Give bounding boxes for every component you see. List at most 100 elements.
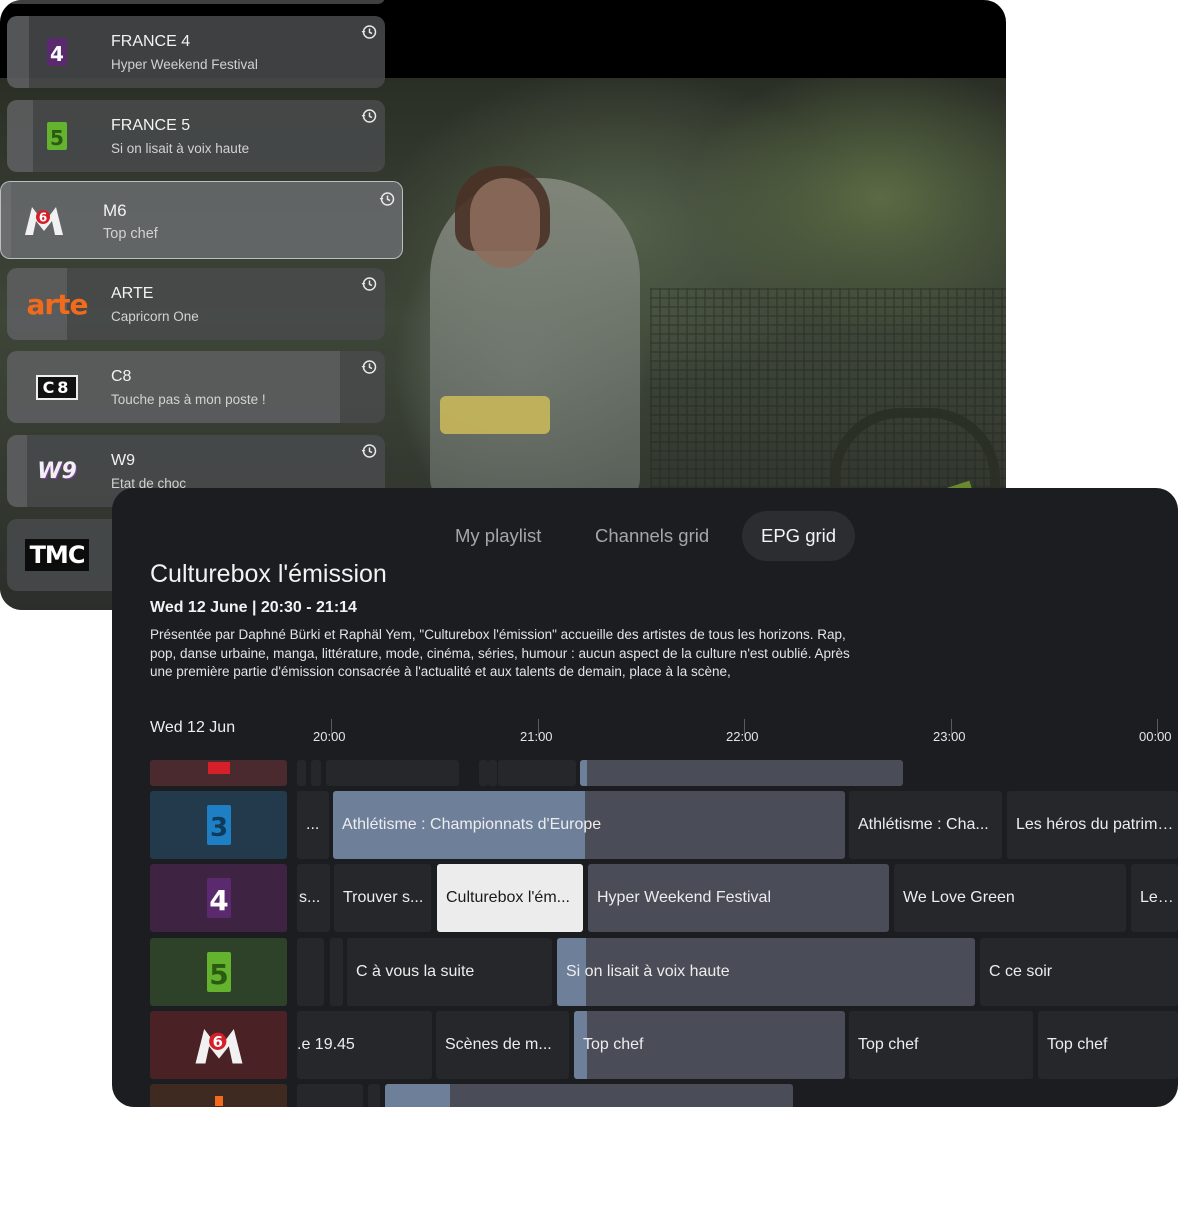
channel-name: M6 [103, 201, 127, 220]
channel-program: Si on lisait à voix haute [111, 141, 250, 156]
program-cell[interactable] [311, 760, 321, 786]
tab-channels-grid[interactable]: Channels grid [576, 511, 728, 561]
program-cell[interactable] [326, 760, 459, 786]
program-cell[interactable]: Top chef [1038, 1011, 1178, 1079]
w9-logo: W9 [7, 435, 107, 507]
channel-logo-m6[interactable]: 6 [150, 1011, 287, 1079]
program-cell[interactable]: s... [297, 864, 330, 932]
channel-name: ARTE [111, 285, 154, 302]
history-icon[interactable] [361, 359, 377, 375]
arte-logo: arte [7, 268, 107, 340]
svg-text:4: 4 [50, 42, 64, 66]
program-title: Athlétisme : Championnats d'Europe [342, 816, 602, 833]
elapsed-fill [385, 1084, 450, 1107]
program-cell[interactable]: Trouver s... [334, 864, 431, 932]
channel-name: C8 [111, 368, 132, 385]
channel-card-france5[interactable]: 5 FRANCE 5 Si on lisait à voix haute [7, 100, 385, 172]
program-cell[interactable] [297, 1084, 363, 1107]
program-cell[interactable] [297, 760, 306, 786]
channel-logo-arte[interactable] [150, 1084, 287, 1107]
program-title: Top chef [583, 1036, 644, 1053]
program-cell-current[interactable]: Hyper Weekend Festival [588, 864, 889, 932]
m6-logo: 6 [195, 1028, 242, 1064]
tab-epg-grid[interactable]: EPG grid [742, 511, 856, 561]
program-cell-current[interactable]: Si on lisait à voix haute [557, 938, 975, 1006]
tmc-logo: TMC [7, 519, 107, 591]
svg-text:4: 4 [209, 884, 228, 917]
history-icon[interactable] [379, 191, 395, 207]
arte-logo-text: arte [26, 287, 88, 321]
program-cell-current[interactable] [385, 1084, 793, 1107]
program-cell-current[interactable]: Athlétisme : Championnats d'Europe [333, 791, 845, 859]
program-cell[interactable]: Scènes de m... [436, 1011, 569, 1079]
channel-logo-france2[interactable] [150, 760, 287, 786]
program-cell-current[interactable]: Top chef [574, 1011, 845, 1079]
program-cell[interactable] [330, 938, 343, 1006]
program-description: Présentée par Daphné Bürki et Raphäl Yem… [150, 627, 850, 679]
time-label: 00:00 [1139, 729, 1172, 744]
history-icon[interactable] [361, 24, 377, 40]
m6-logo: 6 [1, 182, 87, 258]
france5-logo: 5 [7, 100, 107, 172]
program-title: Si on lisait à voix haute [566, 963, 730, 980]
w9-logo-text: W9 [37, 458, 77, 484]
channel-name: FRANCE 4 [111, 33, 191, 50]
program-cell[interactable] [498, 760, 576, 786]
history-icon[interactable] [361, 108, 377, 124]
program-cell[interactable]: Les V [1131, 864, 1178, 932]
program-cell[interactable]: C à vous la suite [347, 938, 552, 1006]
channel-logo-france5[interactable]: 5 [150, 938, 287, 1006]
svg-text:6: 6 [39, 211, 47, 225]
video-person-face [470, 178, 540, 268]
svg-text:5: 5 [209, 958, 228, 991]
epg-panel: My playlist Channels grid EPG grid Cultu… [112, 488, 1178, 1107]
program-cell[interactable]: .e 19.45 [297, 1011, 432, 1079]
channel-name: FRANCE 5 [111, 117, 191, 134]
channel-card-france4[interactable]: 4 FRANCE 4 Hyper Weekend Festival [7, 16, 385, 88]
channel-program: Capricorn One [111, 309, 199, 324]
c8-logo: C8 [7, 351, 107, 423]
arte-logo [214, 1096, 223, 1106]
c8-logo-text: C8 [35, 374, 79, 400]
channel-logo-france4[interactable]: 4 [150, 864, 287, 932]
program-cell[interactable] [479, 760, 488, 786]
time-label: 21:00 [520, 729, 553, 744]
history-icon[interactable] [361, 443, 377, 459]
elapsed-fill [580, 760, 587, 786]
france4-logo: 4 [7, 16, 107, 88]
program-cell[interactable]: C ce soir [980, 938, 1178, 1006]
svg-text:3: 3 [209, 813, 227, 843]
program-cell-selected[interactable]: Culturebox l'ém... [437, 864, 583, 932]
channel-card-arte[interactable]: arte ARTE Capricorn One [7, 268, 385, 340]
channel-logo-france3[interactable]: 3 [150, 791, 287, 859]
grid-date: Wed 12 Jun [150, 719, 236, 736]
channel-name: W9 [111, 452, 135, 469]
channel-program: Hyper Weekend Festival [111, 57, 258, 72]
program-cell[interactable]: Top chef [849, 1011, 1033, 1079]
program-cell[interactable]: We Love Green [894, 864, 1126, 932]
video-salad-box [440, 396, 550, 434]
channel-card-partial[interactable] [7, 0, 385, 4]
channel-card-c8[interactable]: C8 C8 Touche pas à mon poste ! [7, 351, 385, 423]
france3-logo: 3 [206, 805, 231, 845]
program-meta: Wed 12 June | 20:30 - 21:14 [150, 599, 357, 616]
france5-logo: 5 [206, 952, 231, 992]
program-cell[interactable] [368, 1084, 380, 1107]
svg-text:6: 6 [212, 1034, 222, 1051]
channel-card-m6[interactable]: 6 M6 Top chef [0, 181, 403, 259]
tmc-logo-text: TMC [24, 539, 90, 571]
program-cell[interactable]: ... [297, 791, 329, 859]
time-label: 20:00 [313, 729, 346, 744]
program-cell[interactable]: Les héros du patrimoi... [1007, 791, 1178, 859]
program-cell[interactable] [488, 760, 497, 786]
svg-text:5: 5 [50, 126, 64, 150]
history-icon[interactable] [361, 276, 377, 292]
program-cell[interactable] [297, 938, 324, 1006]
channel-program: Touche pas à mon poste ! [111, 392, 266, 407]
program-cell-current[interactable] [580, 760, 903, 786]
time-label: 22:00 [726, 729, 759, 744]
program-title: Culturebox l'émission [150, 560, 387, 588]
tab-my-playlist[interactable]: My playlist [436, 511, 560, 561]
channel-program: Top chef [103, 226, 158, 242]
program-cell[interactable]: Athlétisme : Cha... [849, 791, 1002, 859]
